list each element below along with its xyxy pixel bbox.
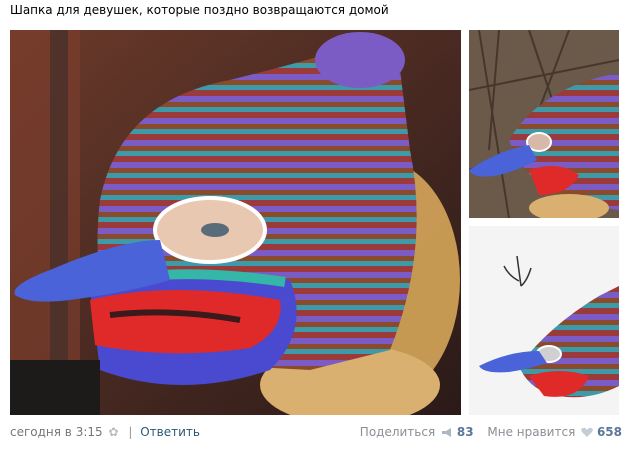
- side-photo-2-image: [469, 226, 619, 415]
- reply-link[interactable]: Ответить: [140, 425, 200, 439]
- like-label[interactable]: Мне нравится: [487, 425, 575, 439]
- side-photo-1[interactable]: [469, 30, 619, 218]
- side-photo-1-image: [469, 30, 619, 218]
- like-count[interactable]: 658: [597, 425, 622, 439]
- gear-icon[interactable]: ✿: [108, 425, 118, 439]
- heart-icon[interactable]: [581, 427, 593, 441]
- separator: |: [128, 425, 133, 439]
- footer-right: Поделиться 83 Мне нравится 658: [360, 425, 622, 441]
- post-timestamp[interactable]: сегодня в 3:15: [10, 425, 103, 439]
- share-label[interactable]: Поделиться: [360, 425, 435, 439]
- post-footer: сегодня в 3:15 ✿ | Ответить Поделиться 8…: [10, 424, 630, 444]
- share-count[interactable]: 83: [457, 425, 474, 439]
- megaphone-icon[interactable]: [441, 427, 453, 441]
- main-photo-image: [10, 30, 461, 415]
- footer-left: сегодня в 3:15 ✿ | Ответить: [10, 425, 200, 439]
- main-photo[interactable]: [10, 30, 461, 415]
- side-photo-2[interactable]: [469, 226, 619, 415]
- post-text: Шапка для девушек, которые поздно возвра…: [10, 3, 389, 17]
